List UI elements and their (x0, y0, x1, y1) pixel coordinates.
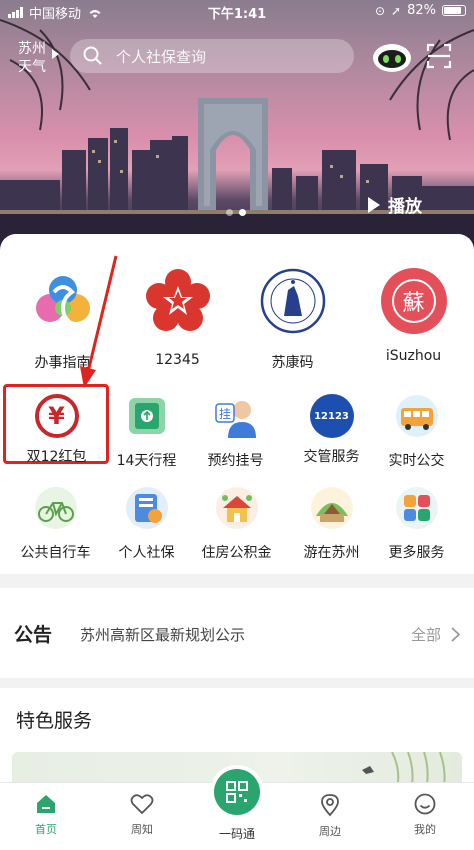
services-card: 办事指南 12345 苏康码 蘇 iSuzhou ¥ 双12红包 14天行程 挂… (0, 234, 474, 574)
annotation-arrow (80, 255, 118, 388)
tab-weekly[interactable]: 周知 (102, 793, 182, 837)
housing-fund-icon (215, 487, 258, 529)
tab-nearby[interactable]: 周边 (290, 793, 370, 839)
more-services-icon (395, 487, 438, 529)
search-input[interactable]: 个人社保查询 (70, 39, 354, 73)
bus-icon (395, 395, 438, 437)
one-code-button[interactable] (214, 769, 260, 815)
realtime-bus-label: 实时公交 (388, 453, 445, 469)
bicycle-icon (34, 487, 77, 529)
double12-label: 双12红包 (26, 449, 87, 465)
tour-suzhou[interactable]: 游在苏州 (284, 486, 379, 562)
tab-home[interactable]: 首页 (6, 793, 86, 837)
traffic-service-label: 交管服务 (303, 449, 360, 465)
housing-fund-label: 住房公积金 (201, 545, 272, 561)
tab-home-label: 首页 (35, 823, 57, 836)
doctor-appointment-label: 预约挂号 (207, 453, 264, 469)
weather-city: 苏州 (18, 41, 46, 57)
one-code-label: 一码通 (218, 827, 255, 841)
itinerary-icon (128, 398, 165, 434)
heart-icon (130, 794, 154, 815)
weather-label: 天气 (18, 59, 46, 75)
scan-icon[interactable] (426, 43, 452, 69)
tab-mine[interactable]: 我的 (385, 793, 465, 837)
svg-text:挂: 挂 (218, 407, 230, 421)
notice-tag: 公告 (14, 624, 53, 646)
location-arrow-icon: ➚ (391, 3, 402, 18)
health-code-label: 苏康码 (271, 355, 314, 371)
qr-code-icon (226, 781, 248, 803)
tourism-icon (310, 487, 353, 529)
featured-title: 特色服务 (16, 710, 93, 732)
hotline-12345[interactable]: 12345 (130, 268, 225, 368)
notice-all-link[interactable]: 全部 (411, 624, 460, 645)
notice-all-label: 全部 (410, 626, 441, 644)
health-code-icon (260, 268, 325, 334)
realtime-bus[interactable]: 实时公交 (369, 394, 464, 470)
play-icon (368, 196, 380, 213)
notice-bar[interactable]: 公告 苏州高新区最新规划公示 全部 (0, 588, 474, 678)
smiley-icon (414, 793, 436, 815)
carousel-indicator (226, 209, 246, 216)
weather-widget[interactable]: 苏州 天气 (18, 40, 46, 76)
itinerary-14days[interactable]: 14天行程 (99, 394, 194, 470)
status-bar: 中国移动 下午1:41 ⊙ ➚ 82% (0, 0, 474, 22)
itinerary-label: 14天行程 (116, 453, 177, 469)
social-security-icon (125, 487, 168, 529)
public-bicycle[interactable]: 公共自行车 (8, 486, 103, 562)
public-bicycle-label: 公共自行车 (20, 545, 91, 561)
double12-red-packet[interactable]: ¥ 双12红包 (9, 394, 104, 466)
personal-social-security[interactable]: 个人社保 (99, 486, 194, 562)
search-icon (70, 39, 116, 73)
chevron-right-icon (451, 627, 460, 642)
health-code[interactable]: 苏康码 (245, 268, 340, 372)
housing-fund[interactable]: 住房公积金 (189, 486, 284, 562)
more-services[interactable]: 更多服务 (369, 486, 464, 562)
digital-yuan-icon: ¥ (34, 394, 79, 438)
battery-icon (442, 5, 466, 16)
home-icon (37, 795, 55, 813)
tab-weekly-label: 周知 (131, 823, 153, 836)
battery-percent: 82% (407, 3, 436, 18)
tab-mine-label: 我的 (414, 823, 436, 836)
search-placeholder: 个人社保查询 (116, 47, 207, 66)
tour-suzhou-label: 游在苏州 (303, 545, 360, 561)
isuzhou-icon: 蘇 (380, 268, 447, 334)
play-label: 播放 (388, 197, 422, 217)
play-button[interactable]: 播放 (368, 192, 422, 217)
traffic-service[interactable]: 12123 交管服务 (284, 394, 379, 466)
doctor-appointment-icon: 挂 (214, 401, 256, 438)
bottom-tab-bar: 首页 周知 一码通 周边 我的 (0, 769, 474, 850)
doctor-appointment[interactable]: 挂 预约挂号 (188, 394, 283, 470)
notice-text[interactable]: 苏州高新区最新规划公示 (80, 624, 245, 645)
hero-banner[interactable]: 中国移动 下午1:41 ⊙ ➚ 82% 苏州 天气 个人社保查询 播放 (0, 0, 474, 250)
isuzhou-label: iSuzhou (385, 348, 442, 364)
traffic-12123-icon: 12123 (309, 394, 354, 438)
robot-assistant-icon[interactable] (372, 42, 412, 74)
lock-rotation-icon: ⊙ (374, 3, 386, 18)
hotline-12345-label: 12345 (155, 352, 200, 368)
more-services-label: 更多服务 (388, 545, 445, 561)
isuzhou[interactable]: 蘇 iSuzhou (366, 268, 461, 364)
weather-arrow-icon[interactable] (52, 49, 59, 59)
social-security-label: 个人社保 (118, 545, 175, 561)
hotline-12345-icon (145, 269, 210, 331)
tab-nearby-label: 周边 (319, 825, 341, 838)
location-pin-icon (321, 794, 339, 817)
